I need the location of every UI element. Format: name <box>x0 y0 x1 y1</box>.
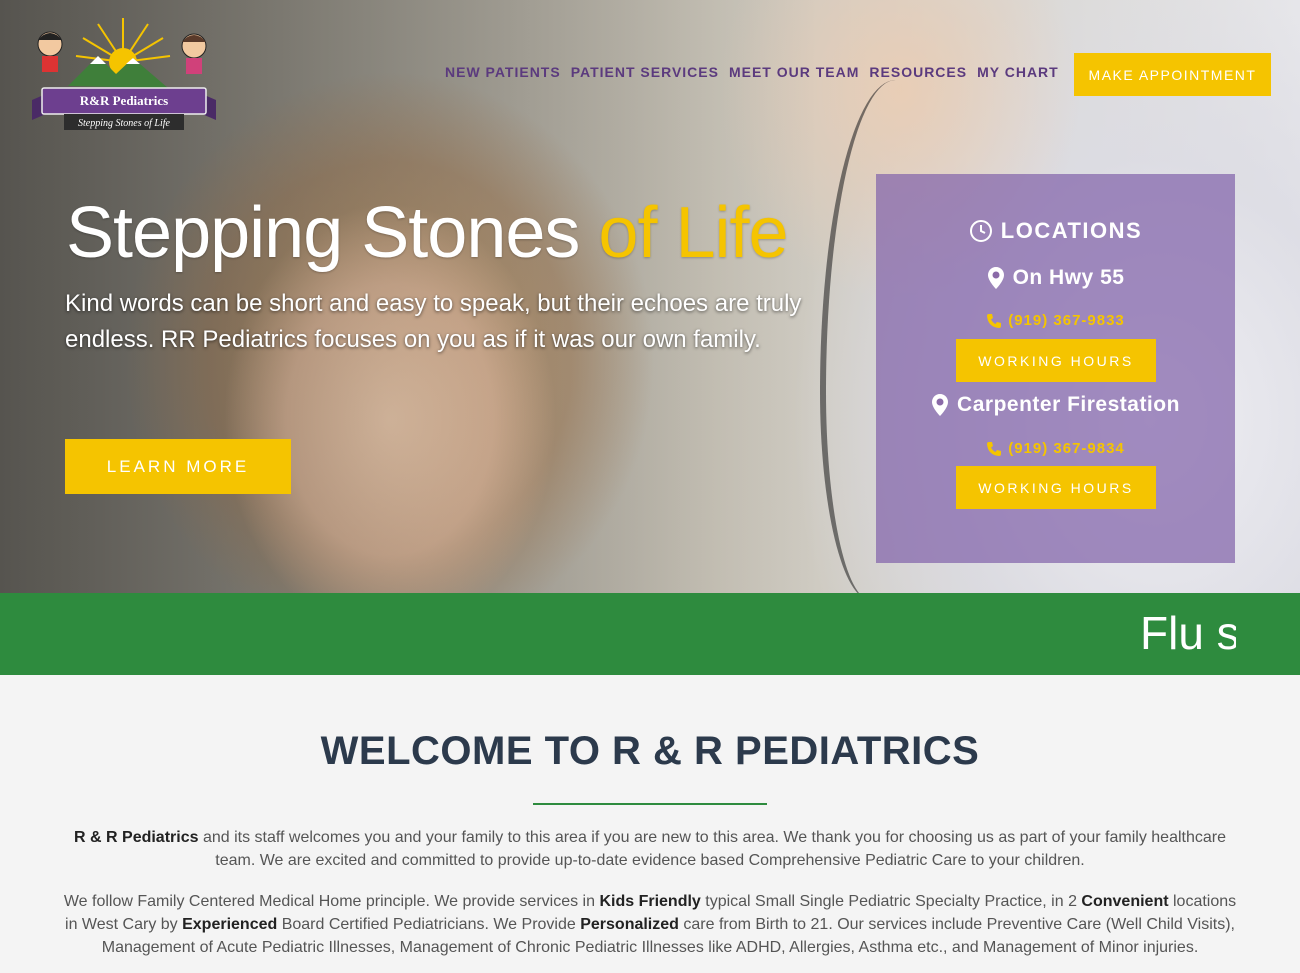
locations-panel: LOCATIONS On Hwy 55 (919) 367-9833 WORKI… <box>876 174 1235 563</box>
hero-subtitle: Kind words can be short and easy to spea… <box>65 290 802 353</box>
highlight-kids-friendly: Kids Friendly <box>599 893 701 910</box>
practice-name: R & R Pediatrics <box>74 829 199 846</box>
welcome-paragraph-1: R & R Pediatrics and its staff welcomes … <box>60 826 1240 872</box>
highlight-personalized: Personalized <box>580 916 679 933</box>
title-divider <box>533 803 767 805</box>
paragraph-text: typical Small Single Pediatric Specialty… <box>700 893 1082 910</box>
working-hours-button-hwy55[interactable]: WORKING HOURS <box>956 339 1156 382</box>
hero-title: Stepping Stones of Life <box>66 192 789 274</box>
location-phone-carpenter[interactable]: (919) 367-9834 <box>876 440 1235 457</box>
location-label: On Hwy 55 <box>1012 266 1125 289</box>
location-name-hwy55: On Hwy 55 <box>876 266 1235 290</box>
nav-resources[interactable]: RESOURCES <box>864 64 972 80</box>
highlight-convenient: Convenient <box>1081 893 1169 910</box>
hero-title-accent: of Life <box>598 193 788 273</box>
clock-icon <box>969 220 992 242</box>
welcome-paragraph-2: We follow Family Centered Medical Home p… <box>60 890 1240 959</box>
girl-figure <box>181 33 207 74</box>
paragraph-text: and its staff welcomes you and your fami… <box>198 829 1226 869</box>
working-hours-button-carpenter[interactable]: WORKING HOURS <box>956 466 1156 509</box>
paragraph-text: Board Certified Pediatricians. We Provid… <box>277 916 581 933</box>
location-name-carpenter: Carpenter Firestation <box>876 393 1235 417</box>
logo-tagline: Stepping Stones of Life <box>78 118 171 129</box>
welcome-title: WELCOME TO R & R PEDIATRICS <box>320 729 980 773</box>
announcement-ticker[interactable]: Flu s <box>1140 603 1236 663</box>
logo-name: R&R Pediatrics <box>80 93 168 108</box>
paragraph-text: We follow Family Centered Medical Home p… <box>63 893 600 910</box>
make-appointment-button[interactable]: MAKE APPOINTMENT <box>1074 53 1271 96</box>
site-logo[interactable]: R&R Pediatrics Stepping Stones of Life <box>28 14 220 132</box>
hero-section: R&R Pediatrics Stepping Stones of Life N… <box>0 0 1300 593</box>
location-phone-hwy55[interactable]: (919) 367-9833 <box>876 312 1235 329</box>
announcement-band: Flu s <box>0 593 1300 675</box>
locations-heading: LOCATIONS <box>876 218 1235 244</box>
nav-my-chart[interactable]: MY CHART <box>972 64 1064 80</box>
map-pin-icon <box>987 267 1004 289</box>
highlight-experienced: Experienced <box>182 916 278 933</box>
phone-icon <box>987 313 1002 328</box>
nav-meet-our-team[interactable]: MEET OUR TEAM <box>724 64 864 80</box>
learn-more-button[interactable]: LEARN MORE <box>65 439 291 494</box>
map-pin-icon <box>932 394 949 416</box>
nav-new-patients[interactable]: NEW PATIENTS <box>440 64 566 80</box>
phone-number[interactable]: (919) 367-9834 <box>1008 440 1125 457</box>
welcome-section: WELCOME TO R & R PEDIATRICS R & R Pediat… <box>0 675 1300 973</box>
locations-title: LOCATIONS <box>1000 218 1143 243</box>
location-label: Carpenter Firestation <box>957 393 1180 416</box>
nav-patient-services[interactable]: PATIENT SERVICES <box>566 64 724 80</box>
phone-number[interactable]: (919) 367-9833 <box>1008 312 1125 329</box>
phone-icon <box>987 441 1002 456</box>
boy-figure <box>37 31 63 72</box>
hero-title-main: Stepping Stones <box>66 193 580 273</box>
logo-graphic: R&R Pediatrics Stepping Stones of Life <box>32 18 216 130</box>
main-nav: NEW PATIENTS PATIENT SERVICES MEET OUR T… <box>440 64 1064 80</box>
